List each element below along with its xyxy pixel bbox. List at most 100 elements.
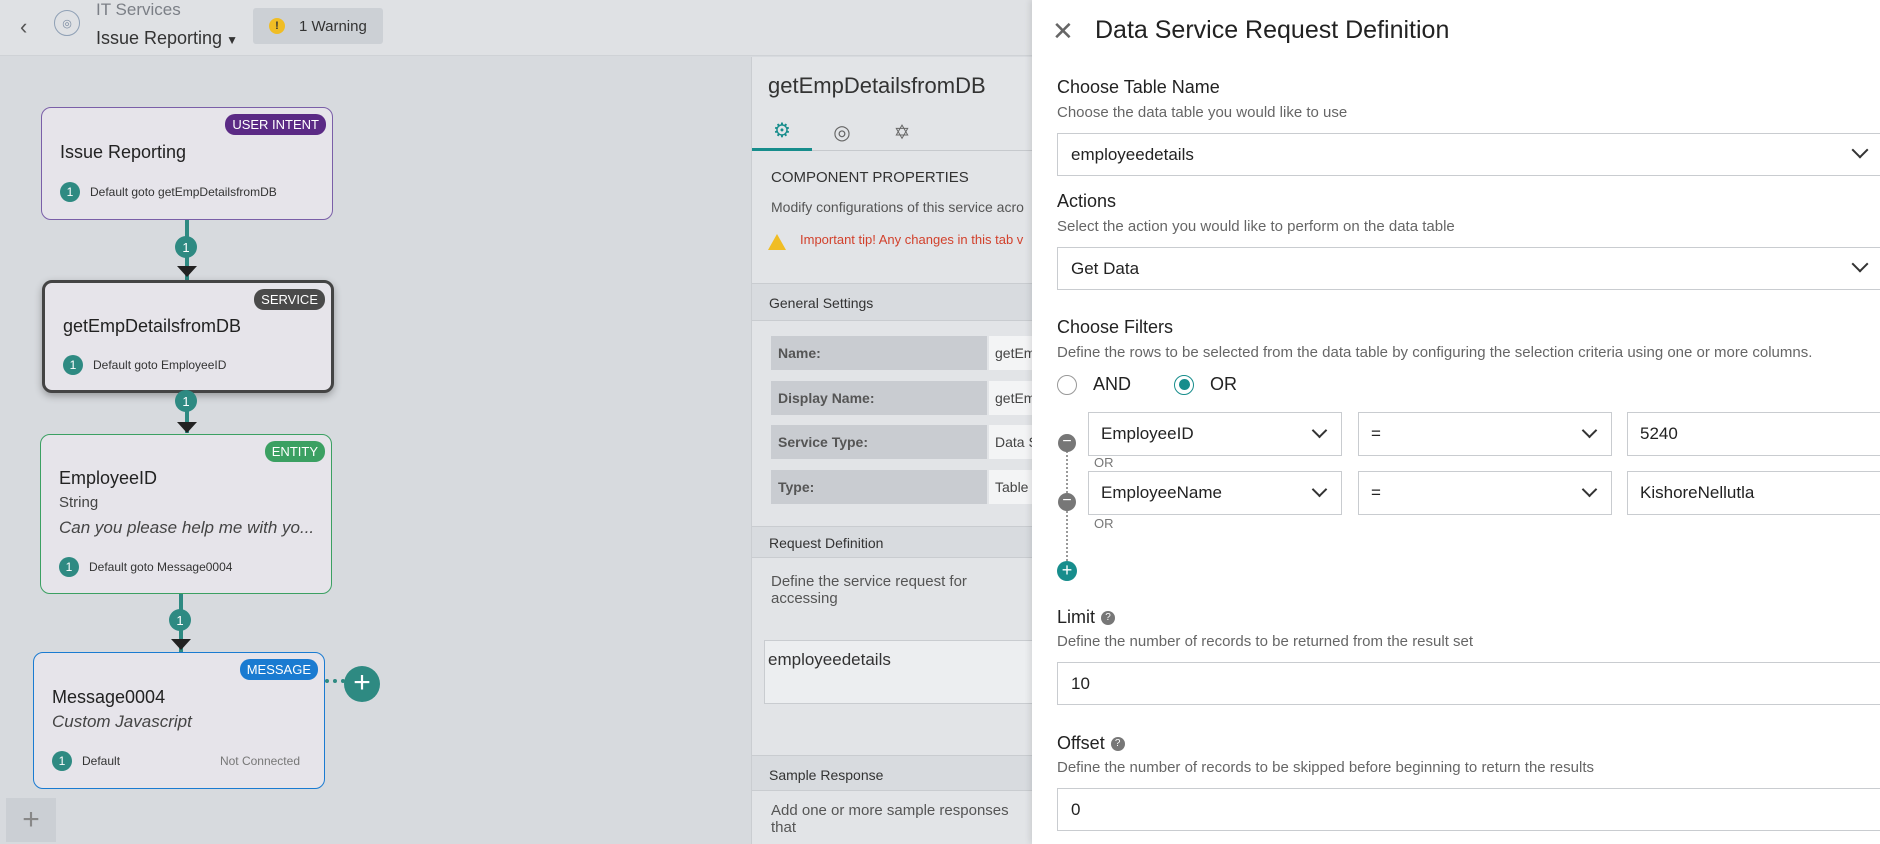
tab-settings[interactable]: ⚙: [752, 113, 812, 151]
arrow-down-icon: [177, 422, 197, 433]
section-title: COMPONENT PROPERTIES: [771, 169, 969, 186]
sample-desc: Add one or more sample responses that: [771, 802, 1009, 836]
node-connection[interactable]: 1 Default goto EmployeeID: [63, 355, 226, 375]
remove-filter-icon[interactable]: −: [1058, 434, 1076, 452]
flow-selector[interactable]: Issue Reporting ▼: [96, 28, 238, 49]
link-badge[interactable]: 1: [175, 390, 197, 412]
property-label: Name:: [771, 336, 987, 370]
filter-column-select[interactable]: EmployeeID: [1088, 412, 1342, 456]
node-connection[interactable]: 1 Default goto getEmpDetailsfromDB: [60, 182, 277, 202]
remove-filter-icon[interactable]: −: [1058, 493, 1076, 511]
connection-label: Default goto EmployeeID: [93, 358, 227, 372]
node-title: Message0004: [52, 687, 166, 707]
connection-label: Default goto Message0004: [89, 560, 233, 574]
request-definition-box[interactable]: employeedetails: [764, 640, 1033, 704]
filter-operator-select[interactable]: =: [1358, 471, 1612, 515]
component-tabs: ⚙ ◎ ✡: [752, 113, 1033, 151]
table-select-value: employeedetails: [1071, 145, 1194, 164]
node-subtitle: String: [59, 494, 99, 511]
node-user-intent[interactable]: USER INTENT Issue Reporting 1 Default got…: [41, 107, 333, 220]
node-status: Not Connected: [219, 754, 300, 768]
arrow-down-icon: [171, 639, 191, 650]
filters-hint: Define the rows to be selected from the …: [1057, 344, 1813, 361]
section-desc: Modify configurations of this service ac…: [771, 199, 1024, 215]
radio-circle: [1057, 374, 1077, 395]
property-row: Display Name: getEm: [771, 381, 1049, 415]
bot-avatar-icon: ◎: [54, 10, 80, 36]
tip-text: Important tip! Any changes in this tab v: [800, 232, 1024, 247]
node-connection[interactable]: 1 Default: [52, 751, 120, 771]
connection-badge: 1: [60, 182, 80, 202]
filter-operator-value: =: [1371, 424, 1381, 443]
filters-label: Choose Filters: [1057, 317, 1174, 337]
or-label: OR: [1210, 374, 1237, 394]
component-name: getEmpDetailsfromDB: [768, 73, 986, 98]
property-row: Service Type: Data S: [771, 425, 1049, 459]
property-label: Service Type:: [771, 425, 987, 459]
target-icon: ◎: [833, 121, 851, 144]
important-tip: Important tip! Any changes in this tab v: [768, 232, 1023, 250]
flow-canvas[interactable]: USER INTENT Issue Reporting 1 Default got…: [0, 57, 750, 844]
filter-joiner: OR: [1094, 516, 1114, 531]
sample-response-header[interactable]: Sample Response: [752, 755, 1033, 791]
node-service[interactable]: SERVICE getEmpDetailsfromDB 1 Default got…: [42, 280, 334, 393]
node-title: getEmpDetailsfromDB: [63, 316, 242, 336]
actions-select-value: Get Data: [1071, 259, 1140, 278]
drawer-title: Data Service Request Definition: [1095, 16, 1450, 44]
filter-column-value: EmployeeName: [1101, 483, 1222, 502]
link-badge[interactable]: 1: [175, 236, 197, 258]
table-select[interactable]: employeedetails: [1057, 133, 1880, 176]
or-radio[interactable]: OR: [1174, 374, 1237, 395]
property-row: Type: Table: [771, 470, 1049, 504]
tab-connections[interactable]: ✡: [872, 113, 932, 151]
warning-icon: !: [269, 18, 285, 34]
filter-operator-value: =: [1371, 483, 1381, 502]
general-settings-header[interactable]: General Settings: [752, 283, 1033, 321]
and-radio[interactable]: AND: [1057, 374, 1131, 395]
link-badge[interactable]: 1: [169, 609, 191, 631]
actions-label: Actions: [1057, 191, 1117, 211]
add-filter-icon[interactable]: +: [1057, 561, 1077, 581]
connection-badge: 1: [59, 557, 79, 577]
chevron-down-icon: [1311, 422, 1328, 439]
add-node-button[interactable]: +: [344, 666, 380, 702]
radio-circle-checked: [1174, 374, 1194, 395]
chevron-down-icon: [1851, 141, 1869, 159]
node-tag: SERVICE: [254, 289, 325, 310]
chevron-down-icon: [1581, 481, 1598, 498]
request-desc: Define the service request for accessing: [771, 573, 967, 607]
tab-instance[interactable]: ◎: [812, 113, 872, 151]
node-entity[interactable]: ENTITY EmployeeID String Can you please …: [40, 434, 332, 594]
plug-icon: ✡: [893, 121, 911, 144]
table-hint: Choose the data table you would like to …: [1057, 104, 1348, 121]
caret-down-icon: ▼: [226, 33, 238, 47]
chevron-down-icon: [1311, 481, 1328, 498]
request-definition-header[interactable]: Request Definition: [752, 526, 1033, 558]
node-message[interactable]: MESSAGE Message0004 Custom Javascript 1D…: [33, 652, 325, 789]
chevron-down-icon: [1581, 422, 1598, 439]
close-icon[interactable]: ✕: [1052, 16, 1074, 47]
warning-label: 1 Warning: [299, 17, 367, 35]
node-prompt: Custom Javascript: [52, 712, 192, 731]
filter-value-input[interactable]: 5240: [1627, 412, 1880, 456]
actions-select[interactable]: Get Data: [1057, 247, 1880, 290]
table-label: Choose Table Name: [1057, 77, 1220, 97]
node-tag: MESSAGE: [239, 659, 318, 680]
flow-name: Issue Reporting: [96, 28, 223, 48]
warning-button[interactable]: ! 1 Warning: [253, 8, 383, 44]
filter-value-input[interactable]: KishoreNellutla: [1627, 471, 1880, 515]
filter-operator-select[interactable]: =: [1358, 412, 1612, 456]
connection-badge: 1: [63, 355, 83, 375]
property-label: Display Name:: [771, 381, 987, 415]
filter-column-select[interactable]: EmployeeName: [1088, 471, 1342, 515]
dotted-connector: [325, 679, 345, 683]
add-button[interactable]: +: [6, 798, 56, 842]
property-label: Type:: [771, 470, 987, 504]
chevron-down-icon: [1851, 255, 1869, 273]
node-prompt: Can you please help me with yo...: [59, 518, 315, 537]
back-arrow-icon[interactable]: ‹: [20, 14, 27, 40]
node-connection[interactable]: 1 Default goto Message0004: [59, 557, 232, 577]
node-title: Issue Reporting: [60, 142, 187, 162]
node-title: EmployeeID: [59, 468, 158, 488]
and-label: AND: [1093, 374, 1132, 394]
